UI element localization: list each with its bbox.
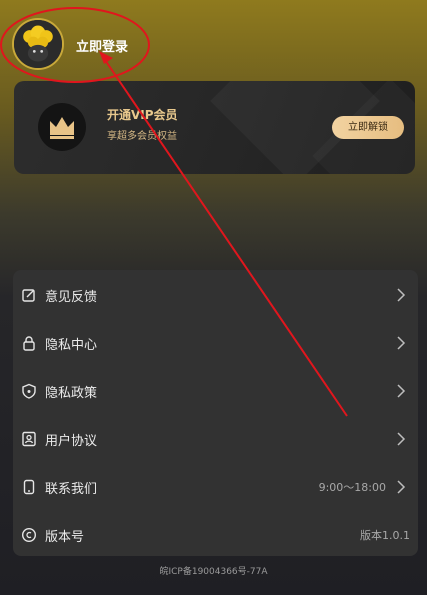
menu-item-contact-us[interactable]: 联系我们 9:00～18:00 bbox=[13, 463, 418, 510]
settings-menu: 意见反馈 隐私中心 隐私政策 用户协议 联系我们 9:00～18:00 版本号 … bbox=[13, 270, 418, 556]
user-agreement-icon bbox=[21, 431, 37, 447]
crown-icon bbox=[38, 103, 86, 151]
copyright-icon bbox=[21, 527, 37, 543]
shield-icon bbox=[21, 383, 37, 399]
chevron-right-icon bbox=[396, 480, 406, 494]
menu-item-privacy-center[interactable]: 隐私中心 bbox=[13, 319, 418, 366]
profile-header: 立即登录 bbox=[0, 0, 427, 80]
contact-hours: 9:00～18:00 bbox=[318, 481, 386, 494]
menu-item-label: 联系我们 bbox=[45, 482, 98, 497]
menu-item-version[interactable]: 版本号 版本1.0.1 bbox=[13, 511, 418, 558]
chevron-right-icon bbox=[396, 384, 406, 398]
feedback-edit-icon bbox=[21, 287, 37, 303]
unlock-vip-button[interactable]: 立即解锁 bbox=[332, 116, 404, 139]
menu-item-label: 用户协议 bbox=[45, 434, 98, 449]
menu-item-feedback[interactable]: 意见反馈 bbox=[13, 271, 418, 318]
chevron-right-icon bbox=[396, 288, 406, 302]
menu-item-privacy-policy[interactable]: 隐私政策 bbox=[13, 367, 418, 414]
chevron-right-icon bbox=[396, 432, 406, 446]
lock-icon bbox=[21, 335, 37, 351]
menu-item-label: 版本号 bbox=[45, 530, 85, 545]
vip-subtitle: 享超多会员权益 bbox=[107, 131, 177, 142]
menu-item-label: 隐私政策 bbox=[45, 386, 98, 401]
icp-footer: 皖ICP备19004366号-77A bbox=[159, 567, 268, 577]
avatar-image bbox=[14, 20, 62, 68]
menu-item-user-agreement[interactable]: 用户协议 bbox=[13, 415, 418, 462]
vip-title: 开通VIP会员 bbox=[107, 108, 178, 122]
chevron-right-icon bbox=[396, 336, 406, 350]
avatar[interactable] bbox=[12, 18, 64, 70]
menu-item-label: 隐私中心 bbox=[45, 338, 98, 353]
vip-card[interactable]: 开通VIP会员 享超多会员权益 立即解锁 bbox=[14, 81, 415, 174]
menu-item-label: 意见反馈 bbox=[45, 290, 98, 305]
version-number: 版本1.0.1 bbox=[360, 529, 410, 542]
login-link[interactable]: 立即登录 bbox=[76, 36, 128, 55]
phone-contact-icon bbox=[21, 479, 37, 495]
